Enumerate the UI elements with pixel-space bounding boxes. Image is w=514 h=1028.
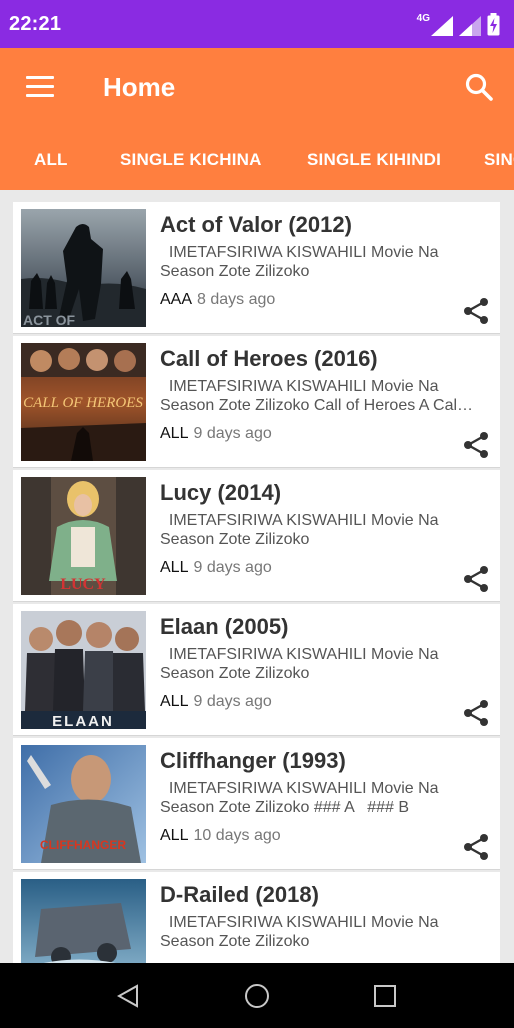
movie-card[interactable]: ACT OF Act of Valor (2012) IMETAFSIRIWA …	[13, 202, 500, 334]
movie-date: 9 days ago	[193, 559, 272, 576]
movie-card[interactable]: CALL OF HEROES Call of Heroes (2016) IME…	[13, 336, 500, 468]
movie-title: Elaan (2005)	[160, 614, 289, 639]
movie-title: D-Railed (2018)	[160, 882, 319, 907]
status-icons: 4G	[417, 12, 500, 36]
movie-list: ACT OF Act of Valor (2012) IMETAFSIRIWA …	[0, 190, 514, 963]
search-icon[interactable]	[464, 72, 494, 102]
signal-2-icon	[459, 16, 481, 36]
status-time: 22:21	[9, 13, 62, 35]
signal-icon	[431, 16, 453, 36]
svg-text:CLIFFHANGER: CLIFFHANGER	[40, 838, 126, 852]
movie-date: 9 days ago	[193, 693, 272, 710]
tab-single-kihindi[interactable]: SINGLE KIHINDI	[307, 150, 441, 170]
movie-title: Act of Valor (2012)	[160, 212, 352, 237]
svg-text:ACT OF: ACT OF	[23, 312, 76, 327]
movie-meta: ALL 10 days ago	[160, 827, 281, 845]
share-icon[interactable]	[460, 697, 492, 729]
svg-text:CALL OF HEROES: CALL OF HEROES	[23, 395, 143, 411]
movie-description: IMETAFSIRIWA KISWAHILI Movie Na Season Zo…	[160, 512, 439, 548]
tab-single-kichina[interactable]: SINGLE KICHINA	[120, 150, 262, 170]
category-tabs: ALL SINGLE KICHINA SINGLE KIHINDI SINGLE	[0, 130, 514, 190]
share-icon[interactable]	[460, 295, 492, 327]
movie-category: ALL	[160, 559, 189, 576]
movie-card[interactable]: CLIFFHANGER Cliffhanger (1993) IMETAFSIR…	[13, 738, 500, 870]
share-icon[interactable]	[460, 831, 492, 863]
poster-lucy: LUCY	[21, 477, 146, 595]
poster-cliffhanger: CLIFFHANGER	[21, 745, 146, 863]
share-icon[interactable]	[460, 429, 492, 461]
movie-category: ALL	[160, 827, 189, 844]
app-bar: Home	[0, 48, 514, 130]
movie-meta: ALL 9 days ago	[160, 559, 272, 577]
movie-category: ALL	[160, 693, 189, 710]
movie-title: Call of Heroes (2016)	[160, 346, 378, 371]
back-icon[interactable]	[117, 984, 139, 1008]
share-icon[interactable]	[460, 563, 492, 595]
movie-description: IMETAFSIRIWA KISWAHILI Movie Na Season Zo…	[160, 914, 439, 950]
status-bar: 22:21 4G	[0, 0, 514, 48]
home-icon[interactable]	[244, 983, 270, 1009]
system-nav-bar	[0, 963, 514, 1028]
network-type-label: 4G	[416, 13, 430, 24]
tab-all[interactable]: ALL	[34, 150, 68, 170]
movie-meta: AAA 8 days ago	[160, 291, 275, 309]
battery-icon	[487, 13, 500, 36]
svg-text:LUCY: LUCY	[60, 576, 106, 593]
poster-call-of-heroes: CALL OF HEROES	[21, 343, 146, 461]
recents-icon[interactable]	[374, 985, 396, 1007]
movie-card[interactable]: D-Railed (2018) IMETAFSIRIWA KISWAHILI M…	[13, 872, 500, 963]
movie-date: 10 days ago	[193, 827, 281, 844]
movie-date: 9 days ago	[193, 425, 272, 442]
movie-category: AAA	[160, 291, 193, 308]
movie-description: IMETAFSIRIWA KISWAHILI Movie Na Season Zo…	[160, 378, 474, 414]
movie-description: IMETAFSIRIWA KISWAHILI Movie Na Season Zo…	[160, 244, 439, 280]
page-title: Home	[103, 72, 176, 102]
movie-card[interactable]: ELAAN Elaan (2005) IMETAFSIRIWA KISWAHIL…	[13, 604, 500, 736]
movie-date: 8 days ago	[197, 291, 276, 308]
movie-title: Cliffhanger (1993)	[160, 748, 346, 773]
poster-elaan: ELAAN	[21, 611, 146, 729]
poster-d-railed	[21, 879, 146, 963]
movie-category: ALL	[160, 425, 189, 442]
movie-description: IMETAFSIRIWA KISWAHILI Movie Na Season Zo…	[160, 646, 439, 682]
movie-card[interactable]: LUCY Lucy (2014) IMETAFSIRIWA KISWAHILI …	[13, 470, 500, 602]
movie-title: Lucy (2014)	[160, 480, 282, 505]
poster-act-of-valor: ACT OF	[21, 209, 146, 327]
movie-meta: ALL 9 days ago	[160, 425, 272, 443]
movie-description: IMETAFSIRIWA KISWAHILI Movie Na Season Zo…	[160, 780, 439, 816]
tab-single[interactable]: SINGLE	[484, 150, 514, 170]
menu-icon[interactable]	[26, 76, 54, 98]
movie-meta: ALL 9 days ago	[160, 693, 272, 711]
svg-text:ELAAN: ELAAN	[52, 713, 114, 729]
